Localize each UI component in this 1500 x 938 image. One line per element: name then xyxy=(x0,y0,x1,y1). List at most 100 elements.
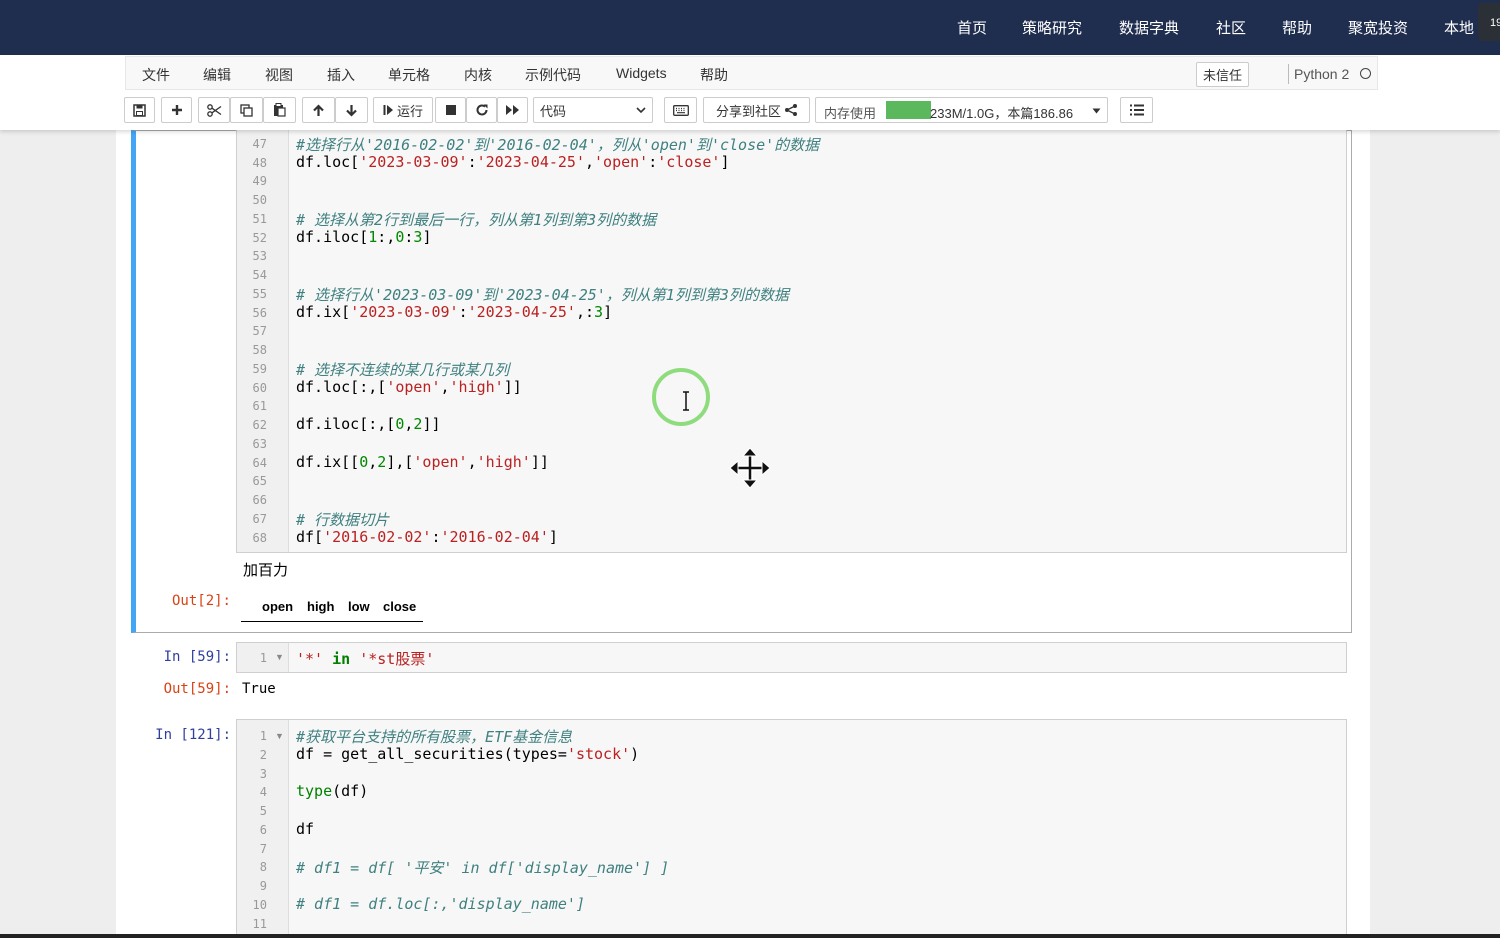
code-line: df.iloc[:,[0,2]] xyxy=(296,415,441,433)
menu-example-code[interactable]: 示例代码 xyxy=(525,65,581,85)
line-number: 2 xyxy=(259,747,267,762)
arrow-down-icon xyxy=(346,104,357,117)
menu-file[interactable]: 文件 xyxy=(142,65,170,85)
line-number: 47 xyxy=(252,136,267,151)
in-prompt-59: In [59]: xyxy=(163,649,231,665)
line-number: 53 xyxy=(252,249,267,264)
df-column-header: low xyxy=(348,599,370,614)
add-cell-button[interactable] xyxy=(161,97,192,123)
caret-down-icon xyxy=(1092,108,1101,114)
line-number: 56 xyxy=(252,305,267,320)
restart-icon xyxy=(476,104,487,116)
line-number: 48 xyxy=(252,155,267,170)
menu-kernel[interactable]: 内核 xyxy=(464,65,492,85)
arrow-up-icon xyxy=(313,103,324,116)
code-editor-cell-2[interactable]: 1 ▼ '*' in '*st股票' xyxy=(236,642,1347,673)
cut-button[interactable] xyxy=(198,97,230,123)
line-number: 60 xyxy=(252,380,267,395)
save-button[interactable] xyxy=(124,97,155,123)
toc-button[interactable] xyxy=(1120,97,1153,123)
code-editor-cell-3[interactable]: ▼ 1 #获取平台支持的所有股票，ETF基金信息 2 df = get_all_sec… xyxy=(236,719,1347,938)
code-line: # df1 = df.loc[:,'display_name'] xyxy=(296,894,585,913)
interrupt-button[interactable] xyxy=(435,97,466,123)
menu-cell[interactable]: 单元格 xyxy=(388,65,430,85)
nav-local[interactable]: 本地 xyxy=(1444,17,1474,38)
screen-bottom-edge xyxy=(0,934,1500,938)
code-line: df xyxy=(296,819,315,838)
copy-button[interactable] xyxy=(230,97,263,123)
line-number: 66 xyxy=(252,493,267,507)
code-line: df.loc[:,['open','high']] xyxy=(296,377,522,396)
line-number: 9 xyxy=(259,879,267,893)
nav-community[interactable]: 社区 xyxy=(1216,17,1246,38)
restart-run-all-button[interactable] xyxy=(497,97,528,123)
menubar: 文件 编辑 视图 插入 单元格 内核 示例代码 Widgets 帮助 未信任 P… xyxy=(125,56,1378,90)
toolbar: 运行 代码 分享到社区 内存使用 233M/1.0G，本篇186.86 xyxy=(0,95,1500,125)
menu-view[interactable]: 视图 xyxy=(265,65,293,85)
line-number: 65 xyxy=(252,474,267,489)
code-line: df.iloc[1:,0:3] xyxy=(296,227,432,246)
share-label: 分享到社区 xyxy=(715,103,781,119)
plus-icon xyxy=(171,105,182,115)
nav-strategy-research[interactable]: 策略研究 xyxy=(1022,17,1082,38)
fast-forward-icon xyxy=(506,105,519,115)
move-up-button[interactable] xyxy=(302,97,335,123)
menu-edit[interactable]: 编辑 xyxy=(203,65,231,85)
line-number: 7 xyxy=(259,841,267,856)
in-prompt-121: In [121]: xyxy=(155,727,231,743)
df-column-header: open xyxy=(262,599,294,614)
df-column-header: high xyxy=(307,599,335,614)
restart-button[interactable] xyxy=(466,97,497,123)
line-number: 6 xyxy=(259,822,267,837)
line-number: 57 xyxy=(252,324,267,339)
df-column-header: close xyxy=(383,599,417,614)
cell-type-select[interactable]: 代码 xyxy=(533,97,653,123)
text-cursor-icon xyxy=(683,391,689,411)
line-number: 11 xyxy=(252,916,267,931)
paste-button[interactable] xyxy=(263,97,296,123)
top-navbar: 首页 策略研究 数据字典 社区 帮助 聚宽投资 本地 19 xyxy=(0,0,1500,55)
run-button[interactable]: 运行 xyxy=(373,97,433,123)
move-down-button[interactable] xyxy=(335,97,368,123)
notebook-header: 文件 编辑 视图 插入 单元格 内核 示例代码 Widgets 帮助 未信任 P… xyxy=(0,55,1500,130)
memory-value: 233M/1.0G，本篇186.86 xyxy=(930,106,1074,121)
copy-icon xyxy=(240,103,253,117)
nav-joinquant-invest[interactable]: 聚宽投资 xyxy=(1348,17,1408,38)
nav-data-dictionary[interactable]: 数据字典 xyxy=(1119,17,1179,38)
line-number: 63 xyxy=(252,436,267,451)
line-number: 67 xyxy=(252,511,267,526)
nav-help[interactable]: 帮助 xyxy=(1282,17,1312,38)
menu-help[interactable]: 帮助 xyxy=(700,65,728,85)
line-number: 62 xyxy=(252,418,267,432)
memory-usage[interactable]: 内存使用 233M/1.0G，本篇186.86 xyxy=(815,97,1108,123)
fold-arrow-icon[interactable]: ▼ xyxy=(275,731,284,741)
play-icon xyxy=(383,105,393,115)
fold-arrow-icon[interactable]: ▼ xyxy=(275,652,284,662)
memory-label: 内存使用 xyxy=(824,106,877,121)
line-number: 58 xyxy=(252,343,267,357)
code-editor-cell-1[interactable]: 4647#选择行从'2016-02-02'到'2016-02-04'，列从'op… xyxy=(236,128,1347,553)
line-number: 1 xyxy=(259,651,267,665)
cell-stdout: 加百力 xyxy=(243,561,289,579)
line-number: 10 xyxy=(252,897,267,912)
share-community-button[interactable]: 分享到社区 xyxy=(703,97,810,123)
line-number: 54 xyxy=(252,268,267,282)
memory-bar xyxy=(886,101,931,119)
code-line: df.ix[[0,2],['open','high']] xyxy=(296,452,549,471)
share-icon xyxy=(785,104,797,116)
trust-button[interactable]: 未信任 xyxy=(1196,62,1250,87)
kernel-separator xyxy=(1288,64,1289,84)
menu-insert[interactable]: 插入 xyxy=(327,65,355,85)
nav-home[interactable]: 首页 xyxy=(957,17,987,38)
command-palette-button[interactable] xyxy=(664,97,697,123)
line-number: 3 xyxy=(259,766,267,781)
line-number: 68 xyxy=(252,530,267,545)
line-number: 52 xyxy=(252,230,267,245)
move-cursor-icon xyxy=(729,447,771,489)
list-icon xyxy=(1129,104,1144,116)
out-prompt-2: Out[2]: xyxy=(171,593,231,609)
save-icon xyxy=(133,103,146,117)
kernel-name: Python 2 xyxy=(1294,66,1350,82)
menu-widgets[interactable]: Widgets xyxy=(616,65,667,81)
cell-output: True xyxy=(242,681,276,697)
